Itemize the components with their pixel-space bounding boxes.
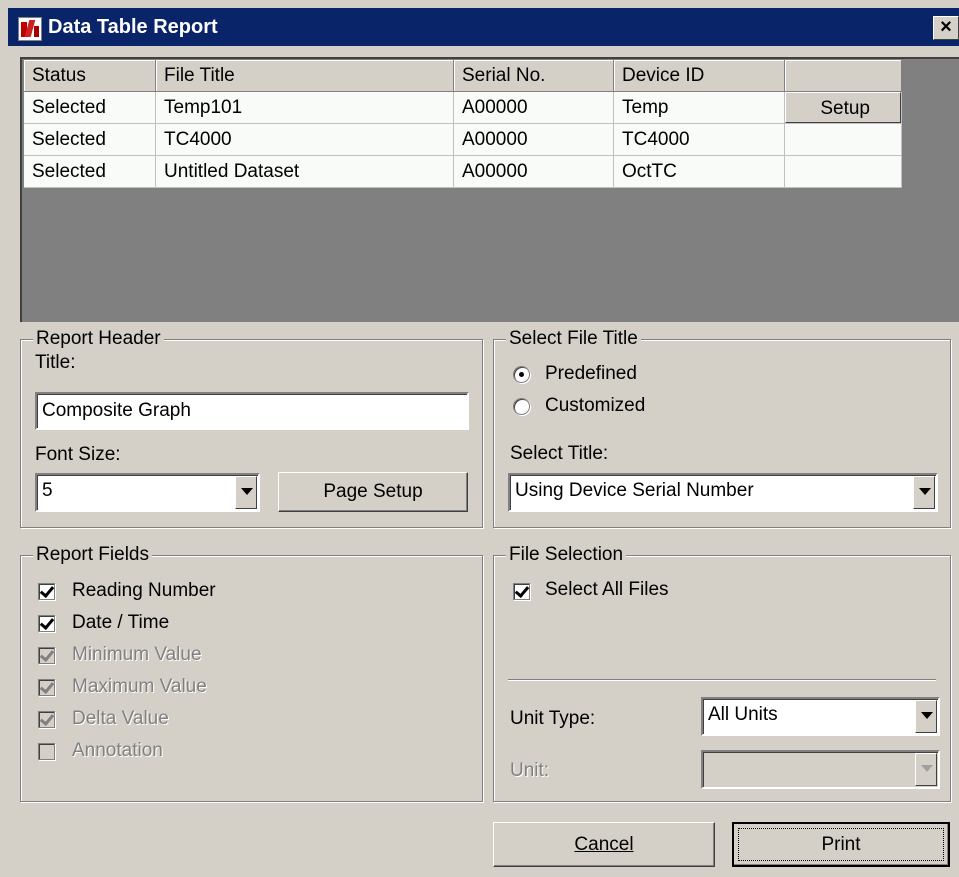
- annotation-label: Annotation: [72, 740, 163, 761]
- action-cell[interactable]: [784, 123, 902, 156]
- report-fields-legend: Report Fields: [33, 544, 152, 566]
- print-button[interactable]: Print: [732, 822, 950, 867]
- report-header-group: Report Header Title: Composite Graph Fon…: [20, 328, 483, 528]
- report-header-legend: Report Header: [33, 328, 164, 350]
- select-title-value: Using Device Serial Number: [515, 480, 754, 501]
- device-id-cell[interactable]: OctTC: [613, 155, 785, 188]
- reading-number-label[interactable]: Reading Number: [72, 580, 216, 602]
- cancel-button[interactable]: Cancel: [493, 822, 715, 867]
- unit-type-label: Unit Type:: [510, 708, 596, 729]
- file-title-cell[interactable]: Untitled Dataset: [155, 155, 454, 188]
- serial-cell[interactable]: A00000: [453, 123, 614, 156]
- file-selection-legend: File Selection: [506, 544, 627, 566]
- file-title-cell[interactable]: TC4000: [155, 123, 454, 156]
- divider: [508, 679, 936, 681]
- device-id-cell[interactable]: TC4000: [613, 123, 785, 156]
- select-title-label: Select Title:: [510, 443, 609, 464]
- minimum-value-checkbox: [38, 647, 55, 664]
- select-title-dropdown[interactable]: Using Device Serial Number: [508, 473, 938, 512]
- delta-value-label: Delta Value: [72, 708, 169, 729]
- maximum-value-checkbox: [38, 679, 55, 696]
- customized-radio[interactable]: [513, 398, 530, 415]
- font-size-label: Font Size:: [35, 444, 121, 465]
- table-row[interactable]: Selected Untitled Dataset A00000 OctTC: [24, 155, 902, 188]
- file-table: Status File Title Serial No. Device ID S…: [24, 60, 902, 188]
- data-table-report-dialog: Data Table Report × Status File Title Se…: [0, 0, 959, 877]
- date-time-label[interactable]: Date / Time: [72, 612, 169, 634]
- page-setup-button[interactable]: Page Setup: [278, 472, 468, 512]
- title-label: Title:: [35, 352, 76, 373]
- table-row[interactable]: Selected TC4000 A00000 TC4000: [24, 123, 902, 156]
- action-cell: Setup: [784, 91, 902, 124]
- select-file-title-legend: Select File Title: [506, 328, 641, 350]
- select-all-files-label[interactable]: Select All Files: [545, 579, 669, 601]
- title-bar: Data Table Report ×: [8, 8, 959, 46]
- serial-cell[interactable]: A00000: [453, 155, 614, 188]
- unit-label: Unit:: [510, 760, 550, 781]
- app-icon: [18, 17, 42, 41]
- chevron-down-icon[interactable]: [235, 476, 257, 509]
- column-header-device-id[interactable]: Device ID: [613, 60, 785, 92]
- serial-cell[interactable]: A00000: [453, 91, 614, 124]
- setup-button[interactable]: Setup: [785, 92, 901, 123]
- font-size-select[interactable]: 5: [35, 473, 260, 512]
- minimum-value-label: Minimum Value: [72, 644, 202, 665]
- unit-type-dropdown[interactable]: All Units: [701, 697, 940, 736]
- focus-rect: [738, 828, 944, 861]
- date-time-checkbox[interactable]: [38, 615, 55, 632]
- chevron-down-icon[interactable]: [913, 476, 935, 509]
- font-size-value: 5: [42, 480, 53, 501]
- file-grid: Status File Title Serial No. Device ID S…: [20, 57, 959, 322]
- status-cell[interactable]: Selected: [24, 91, 156, 124]
- customized-label[interactable]: Customized: [545, 395, 645, 417]
- cancel-label: Cancel: [574, 834, 634, 855]
- window-title: Data Table Report: [48, 16, 218, 38]
- table-row[interactable]: Selected Temp101 A00000 Temp Setup: [24, 91, 902, 124]
- action-cell[interactable]: [784, 155, 902, 188]
- column-header-action: [784, 60, 902, 92]
- status-cell[interactable]: Selected: [24, 155, 156, 188]
- reading-number-checkbox[interactable]: [38, 583, 55, 600]
- file-selection-group: File Selection Select All Files Unit Typ…: [493, 544, 951, 802]
- unit-dropdown: [701, 750, 940, 789]
- close-button[interactable]: ×: [933, 16, 959, 40]
- file-title-cell[interactable]: Temp101: [155, 91, 454, 124]
- table-header-row: Status File Title Serial No. Device ID: [24, 60, 902, 92]
- predefined-label[interactable]: Predefined: [545, 363, 637, 385]
- status-cell[interactable]: Selected: [24, 123, 156, 156]
- column-header-status[interactable]: Status: [24, 60, 156, 92]
- unit-type-value: All Units: [708, 704, 778, 725]
- select-all-files-checkbox[interactable]: [513, 583, 530, 600]
- chevron-down-icon[interactable]: [915, 700, 937, 733]
- predefined-radio[interactable]: [513, 366, 530, 383]
- column-header-serial-no[interactable]: Serial No.: [453, 60, 614, 92]
- select-file-title-group: Select File Title Predefined Customized …: [493, 328, 951, 528]
- delta-value-checkbox: [38, 711, 55, 728]
- annotation-checkbox: [38, 743, 55, 760]
- maximum-value-label: Maximum Value: [72, 676, 207, 697]
- report-title-input[interactable]: Composite Graph: [35, 392, 469, 430]
- device-id-cell[interactable]: Temp: [613, 91, 785, 124]
- report-fields-group: Report Fields Reading Number Date / Time…: [20, 544, 483, 802]
- chevron-down-icon: [915, 753, 937, 786]
- column-header-file-title[interactable]: File Title: [155, 60, 454, 92]
